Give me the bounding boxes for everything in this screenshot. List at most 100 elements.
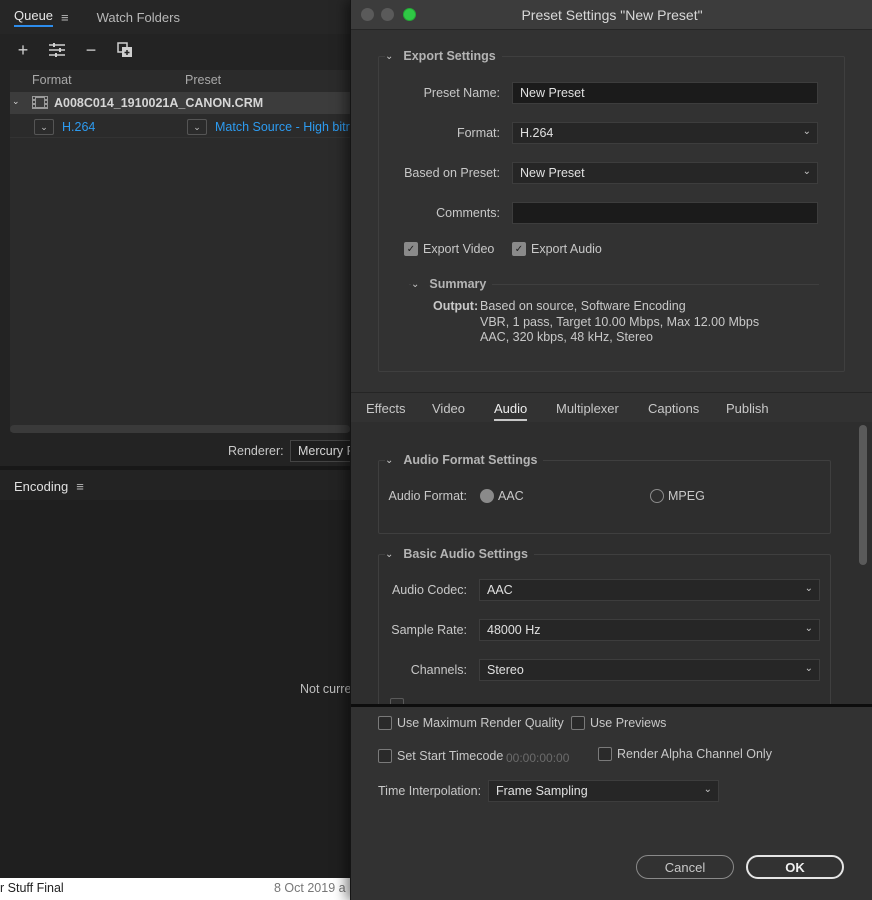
finder-item-name[interactable]: r Stuff Final: [0, 881, 64, 895]
chevron-down-icon: ⌄: [804, 663, 813, 674]
dialog-titlebar[interactable]: Preset Settings "New Preset": [351, 0, 872, 30]
audio-format-settings-title: Audio Format Settings: [403, 453, 538, 467]
remove-icon[interactable]: −: [82, 40, 100, 60]
export-audio-label: Export Audio: [531, 242, 602, 256]
based-on-preset-dropdown[interactable]: New Preset ⌄: [512, 162, 818, 184]
render-alpha-checkbox[interactable]: Render Alpha Channel Only: [598, 747, 772, 761]
preset-dropdown-chevron-icon[interactable]: ⌄: [187, 119, 207, 135]
queue-output-row: ⌄ H.264 ⌄ Match Source - High bitra: [10, 116, 357, 138]
close-window-icon[interactable]: [361, 8, 374, 21]
unchecked-box-icon: [571, 716, 585, 730]
checkmark-icon: ✓: [404, 242, 418, 256]
render-alpha-label: Render Alpha Channel Only: [617, 747, 772, 761]
tab-encoding[interactable]: Encoding ≡: [0, 472, 350, 500]
format-value: H.264: [520, 126, 554, 140]
radio-selected-icon: [480, 489, 494, 503]
tab-watch-folders-label: Watch Folders: [96, 9, 180, 25]
radio-unselected-icon: [650, 489, 664, 503]
duplicate-icon[interactable]: [116, 41, 134, 59]
tab-encoding-label: Encoding: [14, 478, 69, 494]
export-settings-title: Export Settings: [403, 49, 496, 63]
zoom-window-icon[interactable]: [403, 8, 416, 21]
max-render-quality-checkbox[interactable]: Use Maximum Render Quality: [378, 716, 564, 730]
use-previews-checkbox[interactable]: Use Previews: [571, 716, 666, 730]
format-dropdown-chevron-icon[interactable]: ⌄: [34, 119, 54, 135]
chevron-down-icon: ⌄: [802, 126, 811, 137]
output-preset-link[interactable]: Match Source - High bitra: [215, 120, 357, 134]
chevron-down-icon: ⌄: [703, 784, 712, 795]
start-timecode-field[interactable]: 00:00:00:00: [506, 751, 569, 765]
time-interpolation-value: Frame Sampling: [496, 784, 588, 798]
audio-codec-label: Audio Codec:: [391, 583, 467, 597]
tab-queue[interactable]: Queue ≡: [0, 0, 83, 34]
column-preset[interactable]: Preset: [185, 73, 221, 87]
queue-horizontal-scrollbar[interactable]: [10, 425, 350, 433]
preset-settings-icon[interactable]: [48, 41, 66, 59]
audio-format-aac-radio[interactable]: AAC: [480, 489, 524, 503]
summary-header[interactable]: ⌄ Summary: [411, 277, 493, 291]
set-start-timecode-label: Set Start Timecode: [397, 749, 504, 763]
comments-input[interactable]: [512, 202, 818, 224]
film-icon: [32, 95, 48, 113]
minimize-window-icon[interactable]: [381, 8, 394, 21]
max-render-quality-label: Use Maximum Render Quality: [397, 716, 564, 730]
export-video-checkbox[interactable]: ✓ Export Video: [404, 242, 494, 256]
aac-option-label: AAC: [498, 489, 524, 503]
sample-rate-dropdown[interactable]: 48000 Hz ⌄: [479, 619, 820, 641]
unchecked-box-icon: [598, 747, 612, 761]
format-dropdown[interactable]: H.264 ⌄: [512, 122, 818, 144]
audio-codec-value: AAC: [487, 583, 513, 597]
set-start-timecode-checkbox[interactable]: Set Start Timecode: [378, 749, 503, 763]
audio-format-label: Audio Format:: [388, 489, 467, 503]
time-interpolation-label: Time Interpolation:: [378, 784, 482, 798]
comments-label: Comments:: [436, 206, 500, 220]
chevron-down-icon: ⌄: [804, 623, 813, 634]
tab-effects[interactable]: Effects: [366, 393, 406, 423]
channels-dropdown[interactable]: Stereo ⌄: [479, 659, 820, 681]
queue-source-row[interactable]: ⌄ A008C014_1910021A_CANON.CRM: [10, 92, 350, 114]
ok-button[interactable]: OK: [746, 855, 844, 879]
tab-multiplexer[interactable]: Multiplexer: [556, 393, 619, 423]
tab-audio[interactable]: Audio: [494, 393, 528, 423]
audio-format-settings-header[interactable]: ⌄ Audio Format Settings: [385, 453, 544, 467]
tab-publish[interactable]: Publish: [726, 393, 769, 423]
audio-format-mpeg-radio[interactable]: MPEG: [650, 489, 705, 503]
time-interpolation-dropdown[interactable]: Frame Sampling ⌄: [488, 780, 719, 802]
renderer-label: Renderer:: [228, 444, 284, 458]
column-format[interactable]: Format: [32, 73, 72, 87]
cancel-button[interactable]: Cancel: [636, 855, 734, 879]
bottom-separator: [351, 704, 872, 707]
summary-line-3: AAC, 320 kbps, 48 kHz, Stereo: [480, 330, 654, 344]
expand-chevron-icon[interactable]: ⌄: [12, 96, 20, 107]
audio-codec-dropdown[interactable]: AAC ⌄: [479, 579, 820, 601]
queue-list: Format Preset ⌄ A008C014_1910021A_CANON.…: [10, 70, 357, 432]
collapse-chevron-icon: ⌄: [385, 50, 394, 62]
preset-name-input[interactable]: New Preset: [512, 82, 818, 104]
basic-audio-settings-header[interactable]: ⌄ Basic Audio Settings: [385, 547, 534, 561]
unchecked-box-icon: [378, 716, 392, 730]
chevron-down-icon: ⌄: [804, 583, 813, 594]
queue-menu-icon[interactable]: ≡: [61, 10, 69, 25]
based-on-preset-value: New Preset: [520, 166, 585, 180]
sample-rate-label: Sample Rate:: [391, 623, 467, 637]
audio-settings-scroll-region[interactable]: ⌄ Audio Format Settings Audio Format: AA…: [351, 422, 872, 704]
output-format-link[interactable]: H.264: [62, 120, 95, 134]
unchecked-box-icon: [378, 749, 392, 763]
tab-watch-folders[interactable]: Watch Folders: [83, 0, 194, 34]
queue-column-headers: Format Preset: [10, 70, 350, 90]
encoding-menu-icon[interactable]: ≡: [76, 479, 84, 494]
vertical-scrollbar-thumb[interactable]: [859, 425, 867, 565]
encoding-status-text: Not curre: [300, 682, 352, 696]
tab-video[interactable]: Video: [432, 393, 465, 423]
export-settings-header[interactable]: ⌄ Export Settings: [385, 49, 502, 63]
preset-settings-dialog: Preset Settings "New Preset" ⌄ Export Se…: [350, 0, 872, 900]
summary-line-2: VBR, 1 pass, Target 10.00 Mbps, Max 12.0…: [480, 315, 760, 329]
tab-captions[interactable]: Captions: [648, 393, 699, 423]
channels-value: Stereo: [487, 663, 524, 677]
preset-name-label: Preset Name:: [423, 86, 500, 100]
export-audio-checkbox[interactable]: ✓ Export Audio: [512, 242, 602, 256]
queue-toolbar: + −: [0, 36, 134, 64]
add-source-icon[interactable]: +: [14, 40, 32, 60]
collapse-chevron-icon: ⌄: [385, 454, 394, 466]
finder-item-date: 8 Oct 2019 a: [274, 881, 346, 895]
